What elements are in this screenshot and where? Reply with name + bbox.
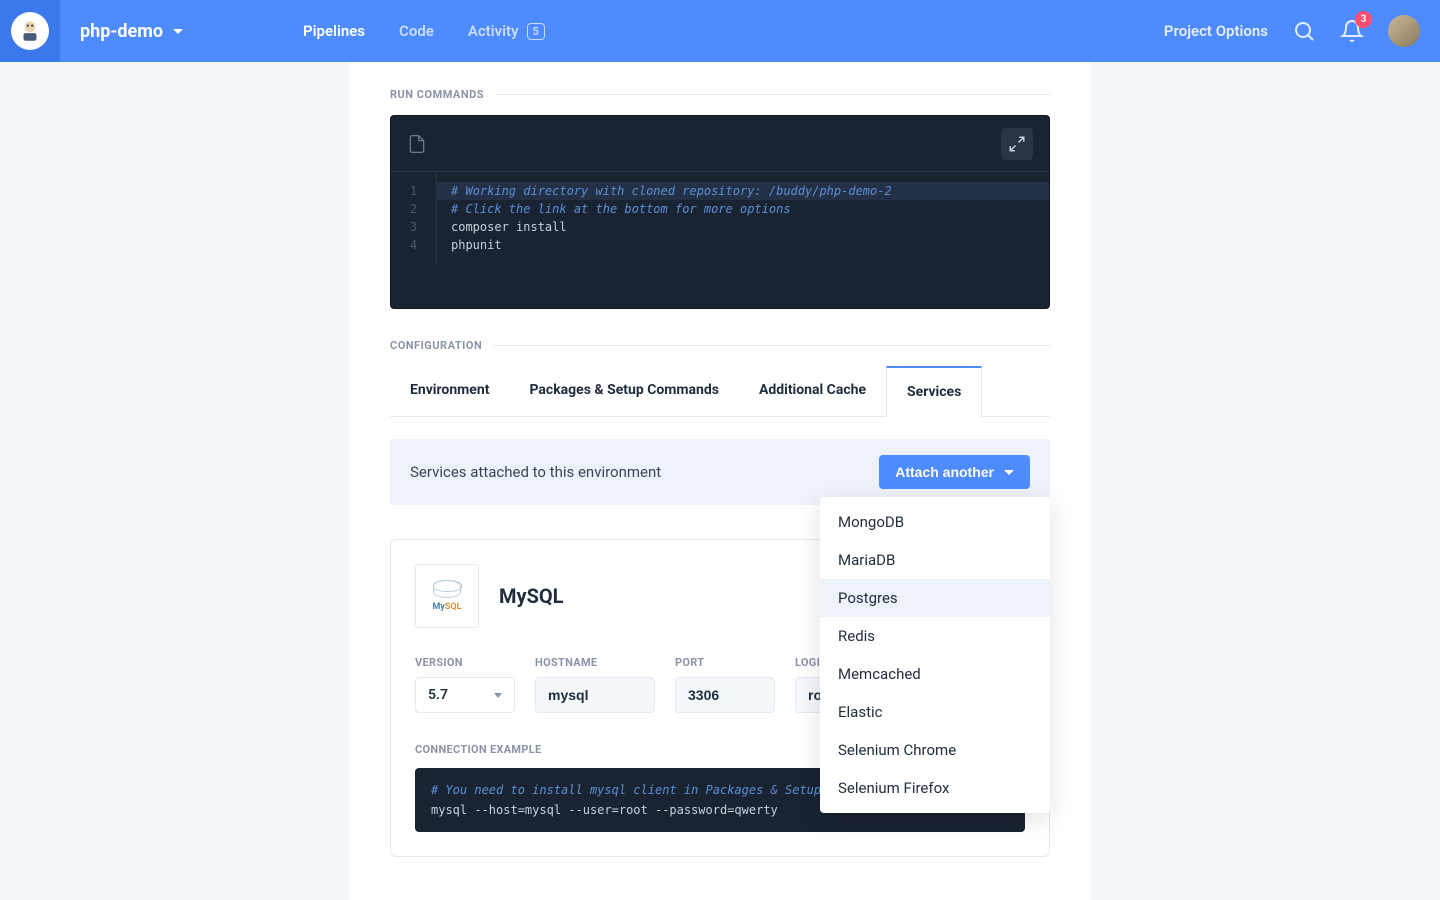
- dropdown-item-elastic[interactable]: Elastic: [820, 693, 1050, 731]
- dropdown-item-postgres[interactable]: Postgres: [820, 579, 1050, 617]
- tab-services[interactable]: Services: [886, 366, 982, 417]
- editor-code[interactable]: # Working directory with cloned reposito…: [437, 172, 1049, 264]
- configuration-label: CONFIGURATION: [390, 339, 1050, 352]
- editor-body[interactable]: 1 2 3 4 # Working directory with cloned …: [391, 172, 1049, 308]
- nav-pipelines[interactable]: Pipelines: [303, 22, 365, 40]
- chevron-down-icon: [494, 693, 502, 698]
- version-label: VERSION: [415, 656, 515, 669]
- attach-button-label: Attach another: [895, 464, 994, 480]
- topbar-right: Project Options 3: [1164, 15, 1420, 47]
- dropdown-item-selenium-chrome[interactable]: Selenium Chrome: [820, 731, 1050, 769]
- project-selector[interactable]: php-demo: [80, 21, 183, 42]
- code-editor[interactable]: 1 2 3 4 # Working directory with cloned …: [390, 115, 1050, 309]
- hostname-input[interactable]: [535, 677, 655, 713]
- version-select[interactable]: 5.7: [415, 677, 515, 713]
- main-nav: Pipelines Code Activity 5: [303, 22, 545, 40]
- notif-count-badge: 3: [1355, 11, 1372, 28]
- dropdown-item-mariadb[interactable]: MariaDB: [820, 541, 1050, 579]
- avatar[interactable]: [1388, 15, 1420, 47]
- dropdown-item-redis[interactable]: Redis: [820, 617, 1050, 655]
- caret-down-icon: [1004, 470, 1014, 475]
- nav-activity-label: Activity: [468, 22, 519, 40]
- nav-activity[interactable]: Activity 5: [468, 22, 545, 40]
- logo-icon: [11, 12, 49, 50]
- search-icon[interactable]: [1292, 19, 1316, 43]
- attach-bar: Services attached to this environment At…: [390, 439, 1050, 505]
- file-icon: [407, 132, 427, 156]
- dropdown-item-selenium-firefox[interactable]: Selenium Firefox: [820, 769, 1050, 807]
- page-content: RUN COMMANDS 1 2 3 4 # Working directory…: [350, 62, 1090, 900]
- dropdown-item-memcached[interactable]: Memcached: [820, 655, 1050, 693]
- attach-dropdown: MongoDB MariaDB Postgres Redis Memcached…: [820, 497, 1050, 813]
- expand-editor-button[interactable]: [1001, 128, 1033, 160]
- dropdown-item-mongodb[interactable]: MongoDB: [820, 503, 1050, 541]
- attach-text: Services attached to this environment: [410, 463, 661, 481]
- tab-packages[interactable]: Packages & Setup Commands: [509, 366, 738, 416]
- editor-gutter: 1 2 3 4: [391, 172, 437, 264]
- project-name-label: php-demo: [80, 21, 163, 42]
- hostname-label: HOSTNAME: [535, 656, 655, 669]
- notifications-icon[interactable]: 3: [1340, 19, 1364, 43]
- version-value: 5.7: [428, 687, 448, 703]
- tab-environment[interactable]: Environment: [390, 366, 509, 416]
- project-options-link[interactable]: Project Options: [1164, 22, 1268, 40]
- tab-cache[interactable]: Additional Cache: [739, 366, 886, 416]
- editor-toolbar: [391, 116, 1049, 172]
- topbar: php-demo Pipelines Code Activity 5 Proje…: [0, 0, 1440, 62]
- mysql-logo-icon: MySQL: [415, 564, 479, 628]
- logo[interactable]: [0, 0, 60, 62]
- port-input[interactable]: [675, 677, 775, 713]
- activity-count-badge: 5: [527, 23, 545, 40]
- run-commands-label: RUN COMMANDS: [390, 88, 1050, 101]
- port-label: PORT: [675, 656, 775, 669]
- attach-another-button[interactable]: Attach another: [879, 455, 1030, 489]
- service-title: MySQL: [499, 584, 564, 608]
- nav-code[interactable]: Code: [399, 22, 434, 40]
- caret-down-icon: [173, 29, 183, 34]
- config-tabs: Environment Packages & Setup Commands Ad…: [390, 366, 1050, 417]
